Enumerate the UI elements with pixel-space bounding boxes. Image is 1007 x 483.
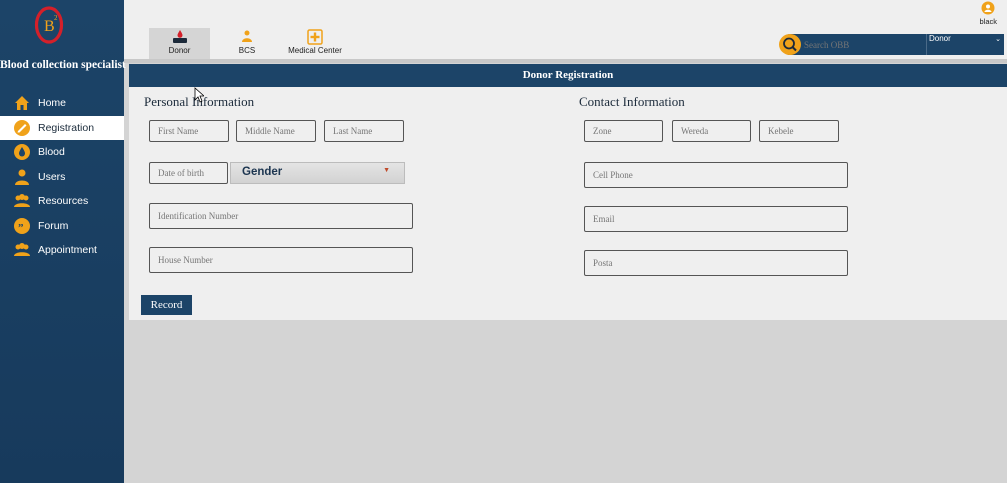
tab-medical-center[interactable]: Medical Center	[284, 28, 346, 59]
posta-field[interactable]	[584, 250, 848, 276]
user-menu[interactable]: black	[979, 1, 997, 26]
tab-bcs[interactable]: BCS	[217, 28, 277, 59]
user-name: black	[979, 17, 997, 26]
sidebar-item-blood[interactable]: Blood	[0, 140, 124, 165]
last-name-field[interactable]	[324, 120, 404, 142]
resources-icon	[13, 192, 31, 210]
bcs-icon	[242, 30, 252, 42]
appointment-icon	[13, 241, 31, 259]
middle-name-field[interactable]	[236, 120, 316, 142]
search-input[interactable]	[804, 37, 922, 52]
sidebar-item-registration[interactable]: Registration	[0, 115, 124, 140]
home-icon	[13, 94, 31, 112]
sidebar-item-label: Blood	[38, 146, 65, 159]
search-icon	[783, 37, 797, 52]
forum-icon: ”	[13, 217, 31, 235]
select-value: Donor	[929, 34, 951, 43]
tab-label: Donor	[168, 46, 191, 55]
tab-label: Medical Center	[288, 46, 342, 55]
search-box[interactable]	[779, 34, 926, 55]
wereda-field[interactable]	[672, 120, 751, 142]
chevron-down-icon: ⌄	[995, 35, 1001, 43]
sidebar-item-forum[interactable]: ” Forum	[0, 214, 124, 239]
caret-down-icon: ▼	[383, 167, 390, 174]
tab-donor[interactable]: Donor	[149, 28, 210, 59]
blood-icon	[13, 143, 31, 161]
first-name-field[interactable]	[149, 120, 229, 142]
cell-phone-field[interactable]	[584, 162, 848, 188]
kebele-field[interactable]	[759, 120, 839, 142]
sidebar-item-home[interactable]: Home	[0, 91, 124, 116]
app-title: Blood collection specialist	[0, 59, 126, 71]
mouse-cursor-icon	[194, 87, 204, 103]
registration-icon	[13, 119, 31, 137]
top-bar: Donor BCS Medical Center black Search OB…	[124, 0, 1007, 59]
top-divider	[124, 59, 1007, 63]
sidebar: B 2 Blood collection specialist Home Reg…	[0, 0, 126, 483]
sidebar-item-label: Appointment	[38, 244, 97, 257]
gender-select[interactable]: Gender ▼	[230, 162, 405, 184]
sidebar-item-label: Resources	[38, 195, 89, 208]
tab-label: BCS	[238, 46, 256, 55]
donor-icon	[172, 30, 187, 43]
sidebar-nav: Home Registration Blood Users Resources	[0, 91, 124, 263]
zone-field[interactable]	[584, 120, 663, 142]
sidebar-item-users[interactable]: Users	[0, 165, 124, 190]
search-category-select[interactable]: Donor ⌄	[926, 34, 1004, 55]
panel-header: Donor Registration	[129, 64, 1007, 87]
user-icon	[981, 1, 995, 15]
sidebar-item-label: Registration	[38, 121, 95, 134]
sidebar-item-resources[interactable]: Resources	[0, 189, 124, 214]
users-icon	[13, 168, 31, 186]
sidebar-item-label: Users	[38, 170, 66, 183]
record-button[interactable]: Record	[141, 295, 192, 315]
medical-center-icon	[307, 29, 323, 45]
search-button[interactable]	[779, 34, 801, 55]
contact-info-title: Contact Information	[579, 94, 685, 109]
email-field[interactable]	[584, 206, 848, 232]
registration-panel: Donor Registration Personal Information …	[129, 64, 1007, 320]
svg-text:”: ”	[18, 222, 24, 234]
house-number-field[interactable]	[149, 247, 413, 273]
logo-superscript: 2	[54, 14, 58, 22]
sidebar-item-label: Home	[38, 97, 67, 110]
sidebar-item-label: Forum	[38, 219, 69, 232]
logo: B 2	[34, 6, 64, 44]
gender-label: Gender	[242, 166, 283, 178]
sidebar-item-appointment[interactable]: Appointment	[0, 238, 124, 263]
dob-field[interactable]	[149, 162, 228, 184]
id-number-field[interactable]	[149, 203, 413, 229]
